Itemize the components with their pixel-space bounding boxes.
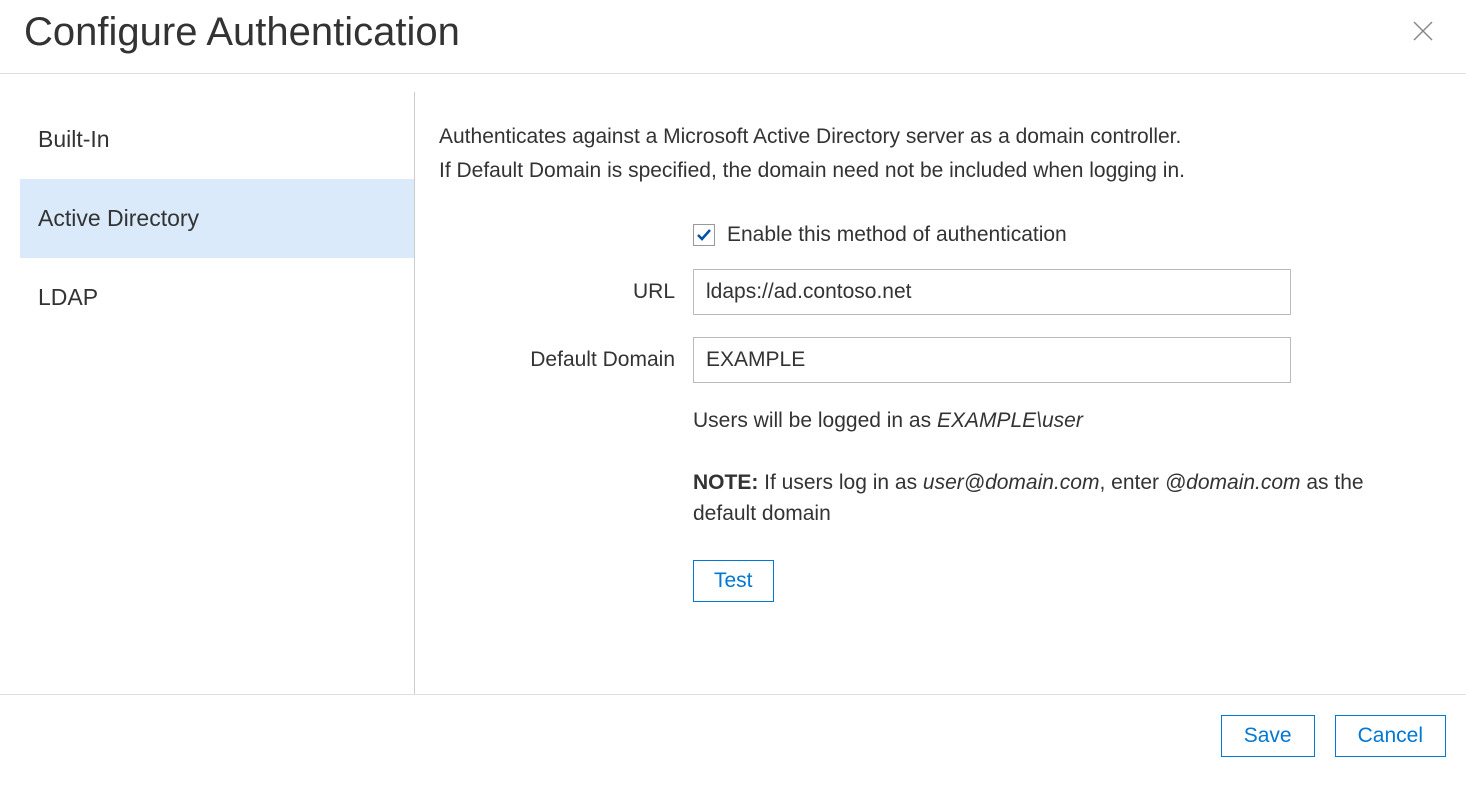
test-button-wrap: Test xyxy=(693,560,1422,602)
url-label: URL xyxy=(439,280,693,304)
url-row: URL xyxy=(439,269,1422,315)
sidebar: Built-In Active Directory LDAP xyxy=(0,92,415,694)
enable-checkbox[interactable] xyxy=(693,224,715,246)
save-button[interactable]: Save xyxy=(1221,715,1315,757)
dialog-title: Configure Authentication xyxy=(24,10,460,55)
cancel-button[interactable]: Cancel xyxy=(1335,715,1446,757)
sidebar-item-active-directory[interactable]: Active Directory xyxy=(20,179,414,258)
sidebar-item-label: Active Directory xyxy=(38,205,199,231)
default-domain-input[interactable] xyxy=(693,337,1291,383)
enable-checkbox-wrap: Enable this method of authentication xyxy=(693,223,1067,247)
description-line-2: If Default Domain is specified, the doma… xyxy=(439,154,1422,188)
check-icon xyxy=(696,227,712,243)
note-example-2: @domain.com xyxy=(1165,471,1301,494)
note-text: NOTE: If users log in as user@domain.com… xyxy=(693,467,1413,530)
sidebar-item-ldap[interactable]: LDAP xyxy=(20,258,414,337)
helper-example: EXAMPLE\user xyxy=(937,409,1083,432)
note-segment-1: If users log in as xyxy=(758,471,923,494)
sidebar-item-label: Built-In xyxy=(38,126,110,152)
default-domain-label: Default Domain xyxy=(439,348,693,372)
login-helper-text: Users will be logged in as EXAMPLE\user xyxy=(693,405,1422,437)
close-icon[interactable] xyxy=(1404,15,1442,51)
note-label: NOTE: xyxy=(693,471,758,494)
description-text: Authenticates against a Microsoft Active… xyxy=(439,120,1422,187)
description-line-1: Authenticates against a Microsoft Active… xyxy=(439,120,1422,154)
sidebar-item-built-in[interactable]: Built-In xyxy=(20,100,414,179)
dialog-footer: Save Cancel xyxy=(0,694,1466,777)
enable-row: Enable this method of authentication xyxy=(439,223,1422,247)
enable-label: Enable this method of authentication xyxy=(727,223,1067,247)
url-input[interactable] xyxy=(693,269,1291,315)
sidebar-item-label: LDAP xyxy=(38,284,98,310)
dialog-header: Configure Authentication xyxy=(0,0,1466,74)
dialog-body: Built-In Active Directory LDAP Authentic… xyxy=(0,74,1466,694)
test-button[interactable]: Test xyxy=(693,560,774,602)
content-panel: Authenticates against a Microsoft Active… xyxy=(415,92,1466,694)
helper-prefix: Users will be logged in as xyxy=(693,409,937,432)
default-domain-row: Default Domain xyxy=(439,337,1422,383)
note-example-1: user@domain.com xyxy=(923,471,1100,494)
note-segment-2: , enter xyxy=(1099,471,1164,494)
